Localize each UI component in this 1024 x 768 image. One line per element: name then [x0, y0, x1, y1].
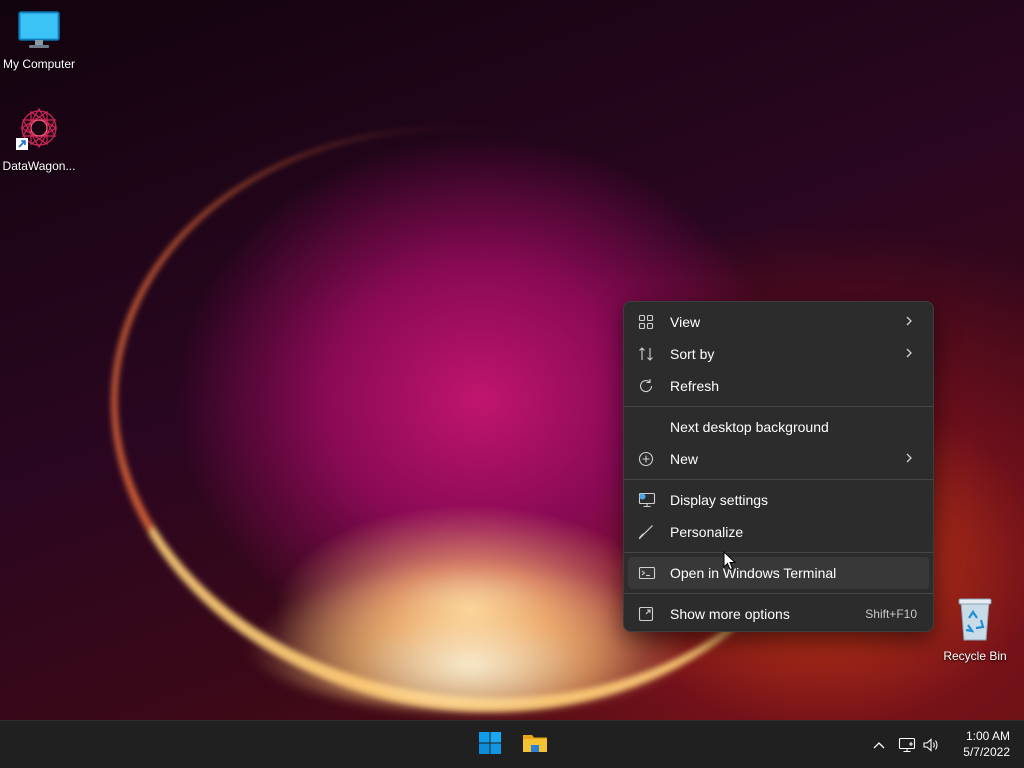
menu-separator — [624, 479, 933, 480]
chevron-right-icon — [903, 314, 915, 331]
terminal-icon — [638, 564, 662, 582]
desktop-icon-label: My Computer — [2, 57, 76, 71]
desktop-icon-my-computer[interactable]: My Computer — [0, 10, 78, 71]
clock-date: 5/7/2022 — [963, 745, 1010, 759]
menu-item-label: Sort by — [670, 346, 715, 362]
chevron-up-icon[interactable] — [869, 735, 889, 755]
chevron-right-icon — [903, 451, 915, 468]
keyboard-shortcut: Shift+F10 — [865, 607, 917, 621]
chevron-right-icon — [903, 346, 915, 363]
menu-item-label: Open in Windows Terminal — [670, 565, 837, 581]
menu-separator — [624, 593, 933, 594]
desktop-icon-datawagon[interactable]: DataWagon... — [0, 106, 78, 173]
menu-item-view[interactable]: View — [628, 306, 929, 338]
recycle-bin-icon — [955, 596, 995, 645]
menu-item-label: Show more options — [670, 606, 790, 622]
start-button[interactable] — [474, 729, 506, 761]
windows-start-icon — [478, 731, 502, 759]
clock-time: 1:00 AM — [965, 729, 1010, 743]
plus-circle-icon — [638, 450, 662, 468]
grid-icon — [638, 313, 662, 331]
menu-item-sort-by[interactable]: Sort by — [628, 338, 929, 370]
menu-item-label: View — [670, 314, 701, 330]
menu-item-refresh[interactable]: Refresh — [628, 370, 929, 402]
menu-item-label: Next desktop background — [670, 419, 829, 435]
desktop-icon-label: Recycle Bin — [943, 649, 1007, 663]
monitor-icon — [17, 10, 61, 53]
folder-icon — [522, 731, 548, 759]
menu-item-show-more-options[interactable]: Show more options Shift+F10 — [628, 598, 929, 630]
menu-separator — [624, 406, 933, 407]
taskbar: 1:00 AM 5/7/2022 — [0, 720, 1024, 768]
menu-item-display-settings[interactable]: Display settings — [628, 484, 929, 516]
menu-item-label: Refresh — [670, 378, 720, 394]
volume-icon[interactable] — [921, 735, 941, 755]
network-icon[interactable] — [897, 735, 917, 755]
menu-separator — [624, 552, 933, 553]
menu-item-label: Display settings — [670, 492, 769, 508]
mouse-cursor-icon — [723, 550, 737, 575]
desktop-icon-label: DataWagon... — [2, 159, 76, 173]
menu-item-new[interactable]: New — [628, 443, 929, 475]
menu-item-label: New — [670, 451, 699, 467]
display-icon — [638, 491, 662, 509]
taskbar-file-explorer-button[interactable] — [519, 729, 551, 761]
desktop-icon-recycle-bin[interactable]: Recycle Bin — [936, 596, 1014, 663]
desktop-context-menu: View Sort by Refresh Next desktop backgr… — [623, 301, 934, 632]
sort-icon — [638, 345, 662, 363]
expand-icon — [638, 605, 662, 623]
taskbar-clock[interactable]: 1:00 AM 5/7/2022 — [963, 728, 1010, 760]
datawagon-app-icon — [15, 106, 63, 155]
brush-icon — [638, 523, 662, 541]
menu-item-next-desktop-background[interactable]: Next desktop background — [628, 411, 929, 443]
menu-item-open-in-windows-terminal[interactable]: Open in Windows Terminal — [628, 557, 929, 589]
menu-item-personalize[interactable]: Personalize — [628, 516, 929, 548]
refresh-icon — [638, 377, 662, 395]
menu-item-label: Personalize — [670, 524, 744, 540]
